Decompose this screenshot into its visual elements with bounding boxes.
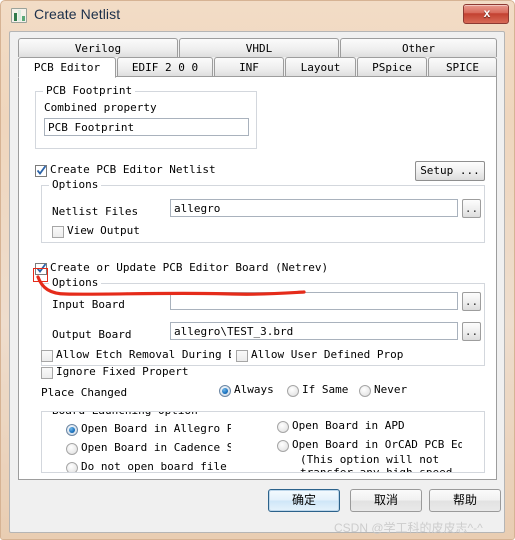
tab-other-label: Other: [401, 42, 436, 55]
netlist-files-label: Netlist Files: [52, 205, 139, 218]
help-button-label: 帮助: [452, 493, 477, 507]
tab-vhdl[interactable]: VHDL: [179, 38, 339, 57]
pcb-footprint-group: PCB Footprint Combined property: [35, 84, 257, 149]
tab-spice-label: SPICE: [445, 61, 480, 74]
open-board-cadence-sip-label: Open Board in Cadence SiP: [81, 441, 231, 454]
csdn-watermark: CSDN @学工科的皮皮志^-^: [334, 521, 483, 535]
allow-etch-removal-label: Allow Etch Removal During E: [56, 348, 231, 361]
cancel-button-label: 取消: [373, 493, 398, 507]
board-launching-option-group-label: Board Launching Option: [49, 412, 201, 417]
open-board-allegro-label: Open Board in Allegro PCB Ed:: [81, 422, 231, 435]
title-bar: Create Netlist x: [1, 1, 514, 31]
window-title: Create Netlist: [34, 6, 121, 22]
netrev-options-group-label: Options: [49, 276, 102, 289]
tab-layout[interactable]: Layout: [285, 57, 356, 76]
tab-other[interactable]: Other: [340, 38, 497, 57]
netlist-files-browse-label: ..: [464, 202, 479, 215]
tab-vhdl-label: VHDL: [245, 42, 273, 55]
check-icon: [37, 263, 46, 273]
place-changed-if-same-label: If Same: [302, 383, 349, 396]
do-not-open-board-label: Do not open board file: [81, 460, 227, 473]
tab-inf[interactable]: INF: [214, 57, 284, 76]
board-launching-option-group: Board Launching Option Open Board in All…: [41, 411, 485, 473]
netlist-options-group: Options Netlist Files .. View Output: [41, 178, 485, 243]
place-changed-label: Place Changed: [41, 386, 128, 399]
output-board-browse-button[interactable]: ..: [462, 322, 481, 341]
combined-property-input[interactable]: [44, 118, 249, 136]
create-update-board-label: Create or Update PCB Editor Board (Netre…: [50, 261, 329, 274]
netlist-files-input[interactable]: [170, 199, 458, 217]
output-board-label: Output Board: [52, 328, 132, 341]
orcad-note-line2: transfer any high-speed: [300, 466, 453, 473]
input-board-browse-button[interactable]: ..: [462, 292, 481, 311]
tab-inf-label: INF: [239, 61, 259, 74]
tab-edif-200[interactable]: EDIF 2 0 0: [117, 57, 213, 76]
close-button[interactable]: x: [463, 4, 509, 24]
place-changed-always-label: Always: [234, 383, 274, 396]
ignore-fixed-property-label: Ignore Fixed Propert: [56, 365, 189, 378]
ok-button-label: 确定: [291, 493, 316, 507]
tab-pcb-editor[interactable]: PCB Editor: [18, 57, 116, 78]
netlist-options-group-label: Options: [49, 178, 102, 191]
place-changed-never-label: Never: [374, 383, 408, 396]
input-board-browse-label: ..: [464, 295, 479, 308]
tab-page-pcb-editor: PCB Footprint Combined property Create P…: [18, 76, 497, 480]
tab-pspice[interactable]: PSpice: [357, 57, 427, 76]
input-board-label: Input Board: [52, 298, 125, 311]
close-icon: x: [483, 6, 491, 20]
open-board-apd-label: Open Board in APD: [292, 419, 405, 432]
check-icon: [37, 165, 46, 175]
netlist-icon: [11, 8, 27, 23]
open-board-orcad-label: Open Board in OrCAD PCB Edi: [292, 438, 462, 451]
create-pcb-editor-netlist-label: Create PCB Editor Netlist: [50, 163, 216, 176]
tab-verilog-label: Verilog: [74, 42, 122, 55]
input-board-input[interactable]: [170, 292, 458, 310]
allow-user-defined-prop-label: Allow User Defined Prop: [251, 348, 404, 361]
setup-button-label: Setup ...: [420, 164, 480, 177]
orcad-note-line1: (This option will not: [300, 453, 440, 466]
cancel-button[interactable]: 取消: [350, 489, 422, 512]
create-netlist-window: Create Netlist x Verilog VHDL Other PCB …: [0, 0, 515, 540]
view-output-label: View Output: [67, 224, 140, 237]
help-button[interactable]: 帮助: [429, 489, 501, 512]
netlist-files-browse-button[interactable]: ..: [462, 199, 481, 218]
output-board-input[interactable]: [170, 322, 458, 340]
setup-button[interactable]: Setup ...: [415, 161, 485, 181]
tab-verilog[interactable]: Verilog: [18, 38, 178, 57]
combined-property-label: Combined property: [44, 101, 157, 114]
tab-pcb-editor-label: PCB Editor: [33, 61, 101, 74]
ok-button[interactable]: 确定: [268, 489, 340, 512]
tab-layout-label: Layout: [300, 61, 341, 74]
output-board-browse-label: ..: [464, 325, 479, 338]
tab-edif-200-label: EDIF 2 0 0: [131, 61, 199, 74]
tab-spice[interactable]: SPICE: [428, 57, 497, 76]
tab-pspice-label: PSpice: [372, 61, 412, 74]
dialog-client-area: Verilog VHDL Other PCB Editor EDIF 2 0 0…: [9, 31, 505, 533]
pcb-footprint-group-label: PCB Footprint: [43, 84, 136, 97]
